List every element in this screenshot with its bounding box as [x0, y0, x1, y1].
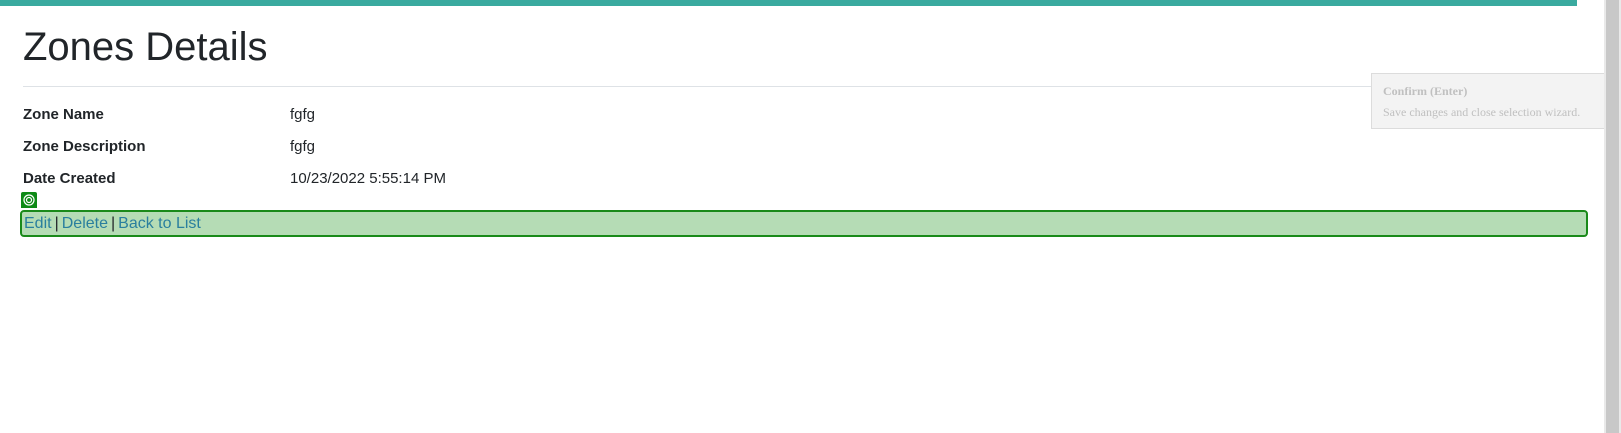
scrollbar-thumb[interactable] — [1606, 0, 1619, 433]
page-title: Zones Details — [23, 25, 268, 69]
zone-description-label: Zone Description — [23, 138, 146, 155]
separator: | — [54, 215, 59, 232]
target-icon-glyph — [23, 194, 35, 206]
delete-link[interactable]: Delete — [62, 215, 108, 232]
edit-link[interactable]: Edit — [24, 215, 52, 232]
date-created-value: 10/23/2022 5:55:14 PM — [290, 170, 446, 187]
detail-row-zone-name: Zone Name fgfg — [23, 103, 823, 127]
tooltip-title: Confirm (Enter) — [1383, 84, 1468, 98]
date-created-label: Date Created — [23, 170, 116, 187]
action-links-bar: Edit | Delete | Back to List — [20, 210, 1588, 237]
detail-row-date-created: Date Created 10/23/2022 5:55:14 PM — [23, 167, 823, 191]
detail-row-zone-description: Zone Description fgfg — [23, 135, 823, 159]
zone-name-label: Zone Name — [23, 106, 104, 123]
back-to-list-link[interactable]: Back to List — [118, 215, 201, 232]
top-accent-bar — [0, 0, 1577, 6]
zone-description-value: fgfg — [290, 138, 316, 155]
tooltip-description: Save changes and close selection wizard. — [1383, 105, 1581, 119]
target-icon[interactable] — [21, 192, 37, 208]
confirm-tooltip: Confirm (Enter) Save changes and close s… — [1371, 73, 1621, 129]
separator: | — [110, 215, 116, 232]
zone-name-value: fgfg — [290, 106, 316, 123]
